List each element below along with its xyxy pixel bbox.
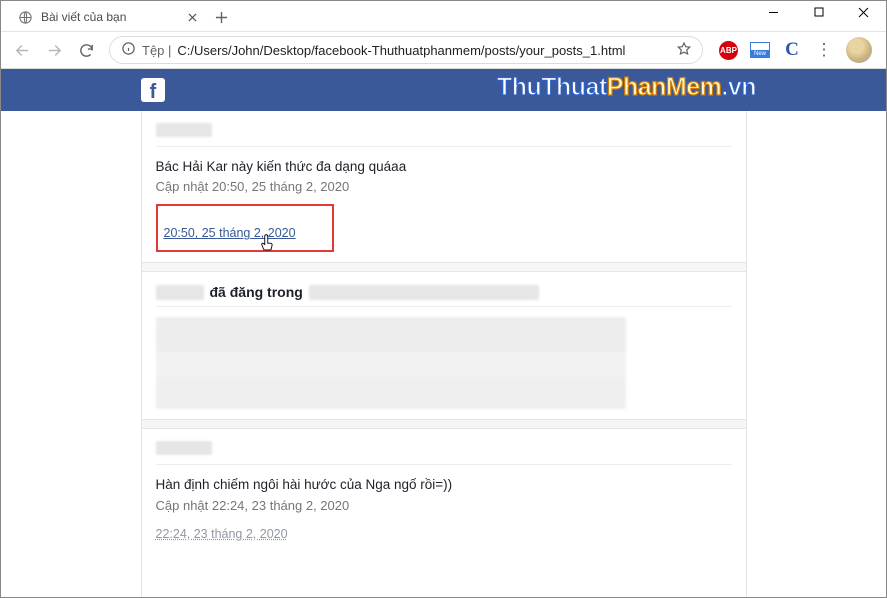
post-timestamp-link[interactable]: 22:24, 23 tháng 2, 2020 [156,527,288,541]
profile-avatar[interactable] [846,37,872,63]
group-name-redacted [309,285,539,300]
author-name-redacted [156,285,204,300]
facebook-logo-icon[interactable]: f [141,78,165,102]
browser-tab-active[interactable]: Bài viết của bạn [7,3,207,31]
site-watermark: ThuThuatPhanMem.vn [497,73,756,102]
posts-feed: Bác Hải Kar này kiến thức đa dạng quáaa … [141,111,747,597]
post-action-label: đã đăng trong [210,284,303,300]
minimize-button[interactable] [751,1,796,23]
divider [156,306,732,307]
post-header: đã đăng trong [156,284,732,300]
post-text: Hàn định chiếm ngôi hài hước của Nga ngố… [156,475,732,495]
highlight-box: 20:50, 25 tháng 2, 2020 [156,204,334,252]
post-item: Bác Hải Kar này kiến thức đa dạng quáaa … [142,111,746,262]
author-name-redacted [156,441,212,455]
close-tab-icon[interactable] [185,10,199,24]
post-body-redacted [156,317,626,409]
tab-title: Bài viết của bạn [41,10,177,24]
extensions-area: ABP C ⋮ [711,37,880,63]
adblock-extension-icon[interactable]: ABP [719,41,738,60]
post-updated-label: Cập nhật 22:24, 23 tháng 2, 2020 [156,498,732,513]
forward-button[interactable] [39,35,69,65]
back-button[interactable] [7,35,37,65]
facebook-header: f ThuThuatPhanMem.vn [1,69,886,111]
window-controls [751,1,886,23]
globe-icon [17,9,33,25]
post-separator [142,262,746,272]
browser-menu-button[interactable]: ⋮ [814,40,834,60]
tab-strip: Bài viết của bạn [1,1,751,31]
post-timestamp-link[interactable]: 20:50, 25 tháng 2, 2020 [164,226,296,240]
address-bar[interactable]: Tệp | C:/Users/John/Desktop/facebook-Thu… [109,36,703,64]
pointer-cursor-icon [258,232,276,254]
post-updated-label: Cập nhật 20:50, 25 tháng 2, 2020 [156,179,732,194]
bookmark-star-icon[interactable] [676,41,692,60]
reload-button[interactable] [71,35,101,65]
post-item: Hàn định chiếm ngôi hài hước của Nga ngố… [142,429,746,550]
address-prefix: Tệp | [142,43,171,58]
author-name-redacted [156,123,212,137]
post-text: Bác Hải Kar này kiến thức đa dạng quáaa [156,157,732,177]
extension-icon[interactable] [750,42,770,58]
extension-c-icon[interactable]: C [782,39,802,61]
post-item: đã đăng trong [142,272,746,419]
new-tab-button[interactable] [207,3,235,31]
close-window-button[interactable] [841,1,886,23]
divider [156,146,732,147]
page-viewport: f ThuThuatPhanMem.vn Bác Hải Kar này kiế… [1,69,886,597]
window-titlebar: Bài viết của bạn [1,1,886,32]
browser-toolbar: Tệp | C:/Users/John/Desktop/facebook-Thu… [1,32,886,69]
address-path: C:/Users/John/Desktop/facebook-Thuthuatp… [177,43,670,58]
post-separator [142,419,746,429]
maximize-button[interactable] [796,1,841,23]
divider [156,464,732,465]
site-info-icon[interactable] [120,41,136,59]
